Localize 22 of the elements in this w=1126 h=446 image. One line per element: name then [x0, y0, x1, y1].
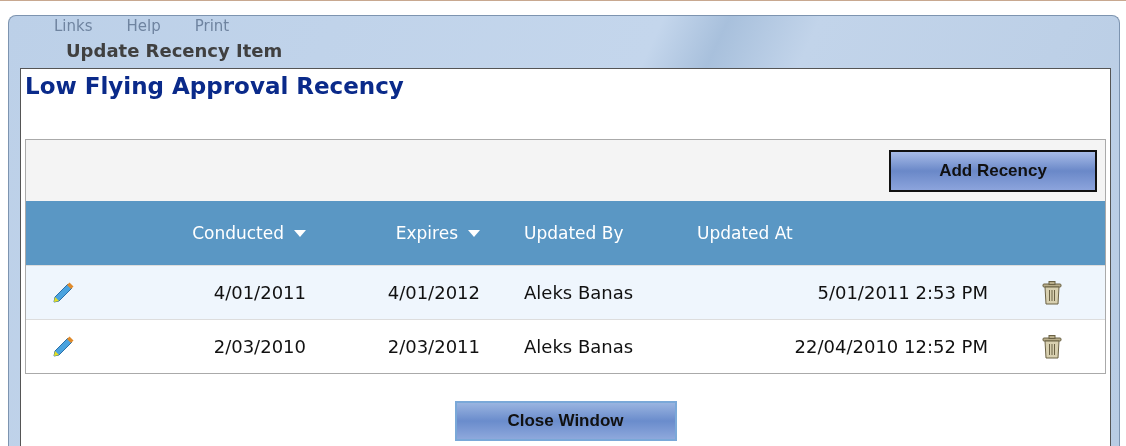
pencil-icon[interactable] [51, 334, 75, 359]
table-cell: Aleks Banas [524, 282, 634, 303]
window-title: Update Recency Item [66, 40, 283, 61]
page-heading: Low Flying Approval Recency [25, 73, 405, 101]
table-cell: 22/04/2010 12:52 PM [794, 336, 988, 357]
add-recency-button[interactable]: Add Recency [889, 149, 1097, 192]
caret-icon[interactable] [468, 229, 480, 237]
table-cell: 2/03/2010 [213, 336, 306, 357]
caret-icon[interactable] [294, 229, 306, 237]
column-header[interactable]: Updated By [524, 223, 624, 243]
trash-icon[interactable] [1042, 334, 1062, 359]
table-cell: 4/01/2012 [387, 282, 480, 303]
table-cell: 4/01/2011 [213, 282, 306, 303]
column-header[interactable]: Updated At [697, 223, 793, 243]
pencil-icon[interactable] [51, 280, 75, 305]
column-header[interactable]: Expires [395, 223, 458, 243]
table-cell: Aleks Banas [524, 336, 634, 357]
table-cell: 5/01/2011 2:53 PM [817, 282, 988, 303]
table-cell: 2/03/2011 [387, 336, 480, 357]
trash-icon[interactable] [1042, 280, 1062, 305]
close-window-button[interactable]: Close Window [454, 401, 677, 441]
column-header[interactable]: Conducted [192, 223, 284, 243]
